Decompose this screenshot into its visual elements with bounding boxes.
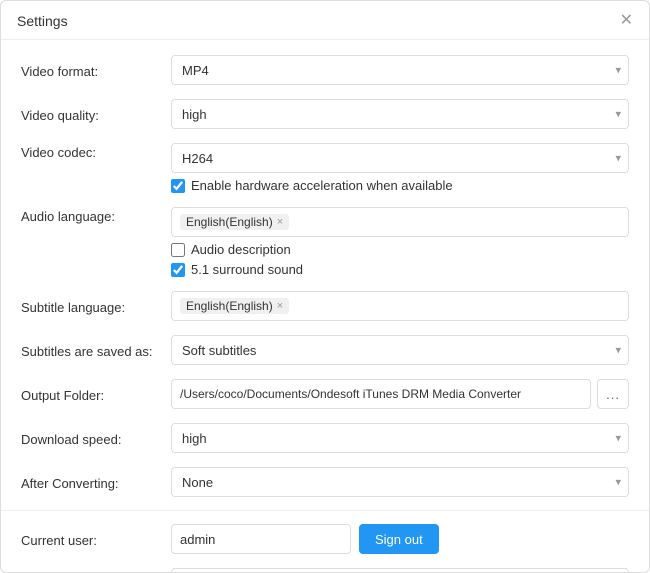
output-folder-input[interactable] (171, 379, 591, 409)
window-title: Settings (17, 13, 68, 29)
after-converting-field: None Open folder Shut down ▾ (171, 467, 629, 497)
subtitle-language-tag-remove[interactable]: × (277, 301, 283, 312)
after-converting-label: After Converting: (21, 474, 171, 491)
download-speed-label: Download speed: (21, 430, 171, 447)
output-folder-label: Output Folder: (21, 386, 171, 403)
subtitle-language-row: Subtitle language: English(English) × (1, 284, 649, 328)
surround-sound-label[interactable]: 5.1 surround sound (191, 262, 303, 277)
current-user-field: Sign out (171, 524, 629, 554)
audio-language-tag: English(English) × (180, 214, 289, 230)
current-user-input[interactable] (171, 524, 351, 554)
language-select[interactable]: English Chinese Japanese French German (171, 568, 629, 572)
download-speed-select-wrapper: high medium low ▾ (171, 423, 629, 453)
subtitle-language-tag-text: English(English) (186, 299, 273, 313)
settings-content: Video format: MP4 MOV AVI MKV ▾ Video qu… (1, 40, 649, 572)
subtitles-saved-select[interactable]: Soft subtitles Hard subtitles External s… (171, 335, 629, 365)
subtitle-language-tag-input[interactable]: English(English) × (171, 291, 629, 321)
subtitles-saved-field: Soft subtitles Hard subtitles External s… (171, 335, 629, 365)
audio-language-field: English(English) × Audio description 5.1… (171, 207, 629, 277)
audio-language-row: Audio language: English(English) × Audio… (1, 200, 649, 284)
output-folder-browse-button[interactable]: ... (597, 379, 629, 409)
video-quality-label: Video quality: (21, 106, 171, 123)
after-converting-select-wrapper: None Open folder Shut down ▾ (171, 467, 629, 497)
subtitle-language-tag: English(English) × (180, 298, 289, 314)
surround-sound-row: 5.1 surround sound (171, 262, 629, 277)
subtitles-saved-label: Subtitles are saved as: (21, 342, 171, 359)
audio-desc-checkbox[interactable] (171, 243, 185, 257)
video-codec-select[interactable]: H264 H265 VP9 (171, 143, 629, 173)
output-folder-row: Output Folder: ... (1, 372, 649, 416)
surround-sound-checkbox[interactable] (171, 263, 185, 277)
current-user-label: Current user: (21, 531, 171, 548)
language-row: Language: English Chinese Japanese Frenc… (1, 561, 649, 572)
current-user-controls: Sign out (171, 524, 629, 554)
audio-language-tag-input[interactable]: English(English) × (171, 207, 629, 237)
output-folder-field: ... (171, 379, 629, 409)
title-bar: Settings ✕ (1, 1, 649, 40)
section-divider (1, 510, 649, 511)
hw-accel-row: Enable hardware acceleration when availa… (171, 178, 629, 193)
current-user-row: Current user: Sign out (1, 517, 649, 561)
hw-accel-label[interactable]: Enable hardware acceleration when availa… (191, 178, 453, 193)
download-speed-row: Download speed: high medium low ▾ (1, 416, 649, 460)
close-button[interactable]: ✕ (620, 13, 633, 29)
video-quality-select-wrapper: high medium low ▾ (171, 99, 629, 129)
audio-language-label: Audio language: (21, 207, 171, 224)
video-codec-field: H264 H265 VP9 ▾ Enable hardware accelera… (171, 143, 629, 193)
video-quality-field: high medium low ▾ (171, 99, 629, 129)
output-folder-controls: ... (171, 379, 629, 409)
audio-desc-label[interactable]: Audio description (191, 242, 291, 257)
language-select-wrapper: English Chinese Japanese French German ▾ (171, 568, 629, 572)
video-format-field: MP4 MOV AVI MKV ▾ (171, 55, 629, 85)
audio-language-tag-text: English(English) (186, 215, 273, 229)
download-speed-select[interactable]: high medium low (171, 423, 629, 453)
video-format-row: Video format: MP4 MOV AVI MKV ▾ (1, 48, 649, 92)
subtitle-language-field: English(English) × (171, 291, 629, 321)
after-converting-select[interactable]: None Open folder Shut down (171, 467, 629, 497)
audio-desc-row: Audio description (171, 242, 629, 257)
subtitle-language-label: Subtitle language: (21, 298, 171, 315)
hw-accel-checkbox[interactable] (171, 179, 185, 193)
video-format-label: Video format: (21, 62, 171, 79)
audio-language-tag-remove[interactable]: × (277, 217, 283, 228)
video-format-select[interactable]: MP4 MOV AVI MKV (171, 55, 629, 85)
subtitles-saved-row: Subtitles are saved as: Soft subtitles H… (1, 328, 649, 372)
subtitles-saved-select-wrapper: Soft subtitles Hard subtitles External s… (171, 335, 629, 365)
video-codec-label: Video codec: (21, 143, 171, 160)
sign-out-button[interactable]: Sign out (359, 524, 439, 554)
video-format-select-wrapper: MP4 MOV AVI MKV ▾ (171, 55, 629, 85)
after-converting-row: After Converting: None Open folder Shut … (1, 460, 649, 504)
video-codec-select-wrapper: H264 H265 VP9 ▾ (171, 143, 629, 173)
video-quality-select[interactable]: high medium low (171, 99, 629, 129)
video-quality-row: Video quality: high medium low ▾ (1, 92, 649, 136)
video-codec-row: Video codec: H264 H265 VP9 ▾ Enable hard… (1, 136, 649, 200)
language-field: English Chinese Japanese French German ▾ (171, 568, 629, 572)
settings-window: Settings ✕ Video format: MP4 MOV AVI MKV… (0, 0, 650, 573)
download-speed-field: high medium low ▾ (171, 423, 629, 453)
